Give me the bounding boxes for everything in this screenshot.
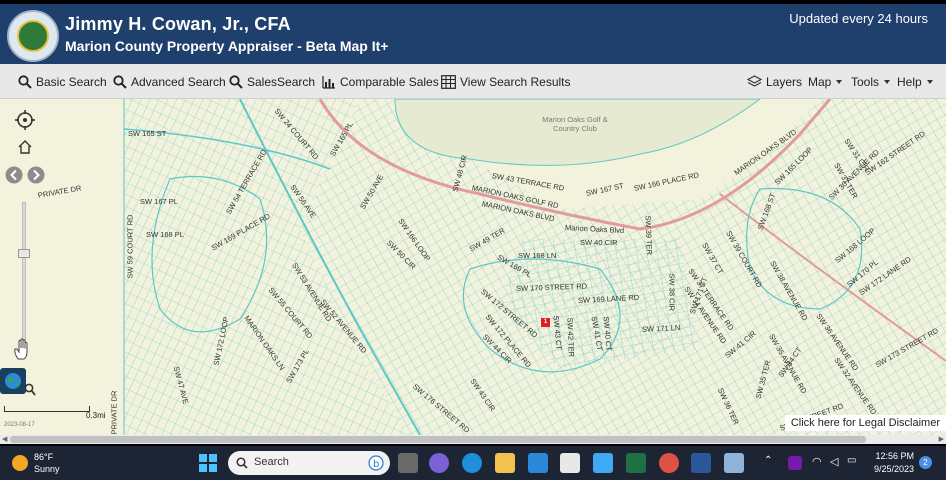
update-notice: Updated every 24 hours <box>789 11 928 26</box>
pan-hand-icon[interactable] <box>12 337 34 361</box>
horizontal-scrollbar[interactable]: ◀ ▶ <box>0 435 946 444</box>
svg-text:b: b <box>373 459 379 470</box>
bar-chart-icon <box>322 75 335 89</box>
layers-label: Layers <box>766 74 803 89</box>
layers-icon <box>747 74 762 87</box>
weather-condition[interactable]: Sunny <box>34 464 60 474</box>
active-window-icon[interactable] <box>724 453 744 473</box>
onenote-icon[interactable] <box>788 456 802 470</box>
chevron-down-icon <box>884 79 891 84</box>
notification-badge[interactable]: 2 <box>919 456 932 469</box>
map-menu-button[interactable]: Map <box>808 64 843 99</box>
l-app-icon[interactable] <box>593 453 613 473</box>
file-explorer-icon[interactable] <box>495 453 515 473</box>
scale-bar <box>4 406 90 412</box>
scroll-left-icon[interactable]: ◀ <box>2 435 7 444</box>
volume-icon[interactable]: ◁ <box>830 455 838 468</box>
layers-button[interactable]: Layers <box>747 64 802 99</box>
chevron-down-icon <box>926 79 933 84</box>
search-icon <box>236 457 248 469</box>
magnifier-icon[interactable] <box>24 383 36 397</box>
overview-map-toggle[interactable] <box>0 368 26 394</box>
app-header: Jimmy H. Cowan, Jr., CFA Marion County P… <box>0 4 946 64</box>
edge-browser-icon[interactable] <box>462 453 482 473</box>
selected-parcel-marker[interactable]: 1 <box>541 318 550 327</box>
search-icon <box>113 74 127 89</box>
street-label: SW 165 ST <box>128 129 167 138</box>
windows-taskbar: 86°F Sunny Search b ⌃ ◠ ◁ ▭ 12:56 PM 9/2… <box>0 446 946 480</box>
street-label: SW 38 CIR <box>667 273 677 312</box>
task-view-icon[interactable] <box>398 453 418 473</box>
chevron-up-icon[interactable]: ⌃ <box>764 455 772 466</box>
sales-search-button[interactable]: SalesSearch <box>229 64 315 99</box>
advanced-search-label: Advanced Search <box>131 74 226 89</box>
windows-start-icon[interactable] <box>198 453 218 473</box>
help-menu-button[interactable]: Help <box>897 64 933 99</box>
mail-icon[interactable] <box>528 453 548 473</box>
imagery-date: 2023-08-17 <box>4 422 35 428</box>
scrollbar-thumb[interactable] <box>10 436 866 443</box>
taskbar-search-box[interactable]: Search b <box>228 451 390 475</box>
next-extent-icon[interactable] <box>27 166 45 184</box>
view-search-results-label: View Search Results <box>460 74 571 89</box>
map-canvas[interactable]: Marion Oaks Golf & Country Club 1 SW 165… <box>0 99 946 435</box>
street-label: SW 39 TER <box>643 215 654 256</box>
scale-bar-label: 0.3mi <box>86 411 106 420</box>
search-icon <box>18 74 32 89</box>
basic-search-button[interactable]: Basic Search <box>18 64 107 99</box>
street-label: SW 167 PL <box>140 197 178 206</box>
golf-course-label: Marion Oaks Golf & Country Club <box>542 115 608 133</box>
property-appraiser-seal-logo[interactable] <box>7 10 59 62</box>
help-menu-label: Help <box>897 74 922 89</box>
microsoft-store-icon[interactable] <box>560 453 580 473</box>
street-label: SW 40 CIR <box>580 238 618 247</box>
street-label: SW 59 COURT RD <box>125 214 135 279</box>
basic-search-label: Basic Search <box>36 74 107 89</box>
scroll-right-icon[interactable]: ▶ <box>939 435 944 444</box>
weather-temperature[interactable]: 86°F <box>34 452 53 462</box>
locate-me-icon[interactable] <box>14 109 36 131</box>
main-toolbar: Basic Search Advanced Search SalesSearch… <box>0 64 946 99</box>
tools-menu-label: Tools <box>851 74 880 89</box>
comparable-sales-button[interactable]: Comparable Sales <box>322 64 439 99</box>
legal-disclaimer-link[interactable]: Click here for Legal Disclaimer <box>784 415 946 431</box>
zoom-slider[interactable] <box>22 202 26 342</box>
teams-chat-icon[interactable] <box>429 453 449 473</box>
zoom-slider-handle[interactable] <box>18 249 30 258</box>
chrome-icon[interactable] <box>659 453 679 473</box>
wifi-icon[interactable]: ◠ <box>812 455 822 468</box>
bing-icon: b <box>368 455 384 471</box>
word-icon[interactable] <box>691 453 711 473</box>
chevron-down-icon <box>836 79 843 84</box>
appraiser-name: Jimmy H. Cowan, Jr., CFA <box>65 14 291 34</box>
home-icon[interactable] <box>17 139 33 155</box>
clock-date[interactable]: 9/25/2023 <box>866 464 914 474</box>
excel-icon[interactable] <box>626 453 646 473</box>
taskbar-search-placeholder: Search <box>254 456 289 468</box>
app-title: Marion County Property Appraiser - Beta … <box>65 38 389 54</box>
view-search-results-button[interactable]: View Search Results <box>441 64 571 99</box>
battery-icon[interactable]: ▭ <box>847 455 856 466</box>
advanced-search-button[interactable]: Advanced Search <box>113 64 226 99</box>
clock-time[interactable]: 12:56 PM <box>870 451 914 461</box>
comparable-sales-label: Comparable Sales <box>340 74 439 89</box>
map-menu-label: Map <box>808 74 832 89</box>
street-label: SW 168 PL <box>146 230 184 239</box>
street-label: PRIVATE DR <box>109 390 119 435</box>
globe-icon <box>5 373 21 389</box>
sun-icon[interactable] <box>12 455 28 471</box>
tools-menu-button[interactable]: Tools <box>851 64 891 99</box>
street-label: SW 42 TER <box>565 317 576 358</box>
previous-extent-icon[interactable] <box>5 166 23 184</box>
street-label: SW 168 LN <box>518 251 557 260</box>
search-icon <box>229 74 243 89</box>
sales-search-label: SalesSearch <box>247 74 316 89</box>
table-icon <box>441 74 456 89</box>
